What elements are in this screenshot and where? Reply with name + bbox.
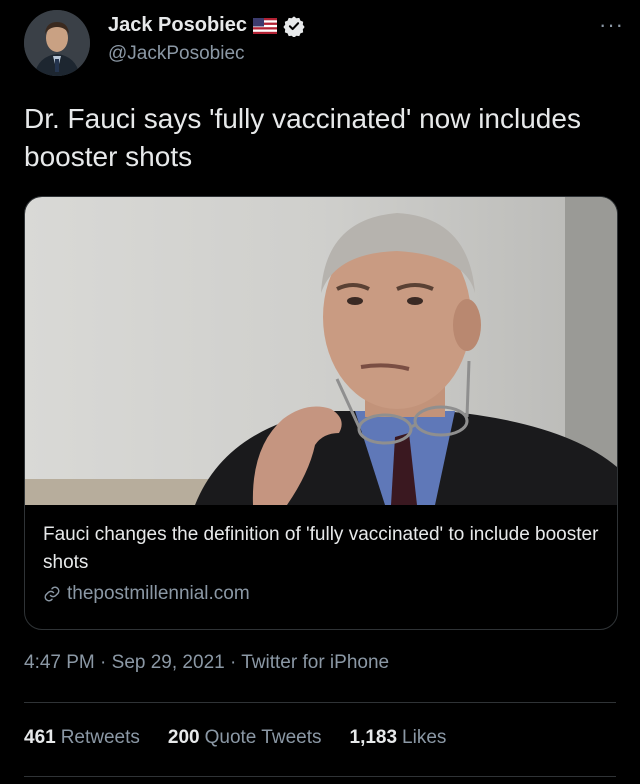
avatar[interactable] (24, 10, 90, 76)
tweet-client[interactable]: Twitter for iPhone (241, 652, 389, 673)
retweets-count: 461 (24, 727, 56, 748)
card-title[interactable]: Fauci changes the definition of 'fully v… (43, 521, 599, 577)
card-source[interactable]: thepostmillennial.com (43, 583, 599, 605)
tweet-text: Dr. Fauci says 'fully vaccinated' now in… (24, 103, 581, 172)
quote-tweets-stat[interactable]: 200 Quote Tweets (168, 727, 322, 749)
likes-stat[interactable]: 1,183 Likes (350, 727, 447, 749)
display-name[interactable]: Jack Posobiec (108, 14, 247, 37)
retweets-label: Retweets (60, 727, 140, 748)
link-icon (43, 585, 61, 603)
meta-separator: · (224, 652, 242, 673)
tweet-date[interactable]: Sep 29, 2021 (112, 652, 225, 673)
likes-label: Likes (402, 727, 447, 748)
verified-badge-icon (283, 15, 305, 38)
more-options-icon[interactable]: ··· (599, 12, 624, 38)
quote-tweets-count: 200 (167, 727, 200, 748)
retweets-stat[interactable]: 461 Retweets (24, 727, 140, 749)
tweet-metadata: 4:47 PM · Sep 29, 2021 · Twitter for iPh… (24, 652, 389, 674)
quote-tweets-label: Quote Tweets (204, 727, 322, 748)
card-source-domain[interactable]: thepostmillennial.com (67, 583, 250, 605)
link-card[interactable]: Fauci changes the definition of 'fully v… (24, 196, 618, 630)
likes-count: 1,183 (349, 727, 398, 748)
handle[interactable]: @JackPosobiec (108, 43, 305, 65)
tweet-time[interactable]: 4:47 PM (24, 652, 95, 673)
tweet-header: Jack Posobiec @JackPosobiec ··· (24, 8, 624, 80)
meta-separator: · (94, 652, 112, 673)
divider (24, 776, 616, 777)
card-image[interactable] (25, 197, 617, 505)
us-flag-icon (252, 17, 277, 34)
tweet-stats: 461 Retweets 200 Quote Tweets 1,183 Likes (24, 727, 446, 749)
divider (24, 702, 616, 703)
